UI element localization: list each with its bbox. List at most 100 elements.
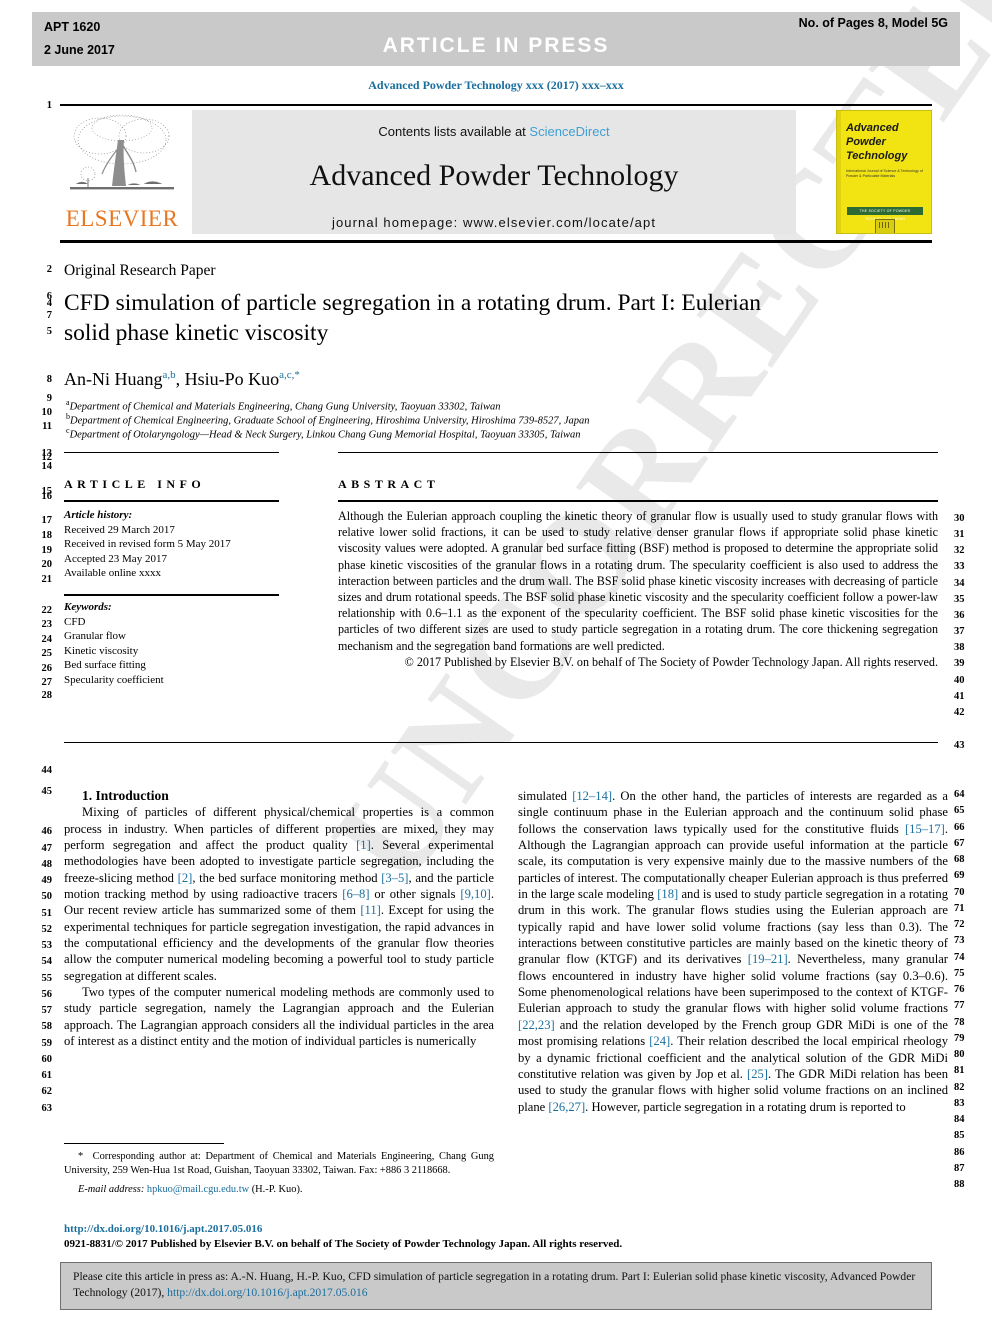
- line-number: 79: [954, 1033, 965, 1044]
- running-head-bar: APT 1620 2 June 2017 ARTICLE IN PRESS No…: [32, 12, 960, 66]
- article-info-top-rule: [64, 452, 279, 453]
- line-number: 69: [954, 870, 965, 881]
- line-number: 81: [954, 1065, 965, 1076]
- line-number: 86: [954, 1147, 965, 1158]
- line-number: 88: [954, 1179, 965, 1190]
- cover-left-bar: [837, 111, 841, 233]
- email-suffix: (H.-P. Kuo).: [251, 1184, 303, 1195]
- cover-title-line2: Powder: [846, 136, 886, 148]
- contents-prefix: Contents lists available at: [378, 124, 530, 139]
- line-number: 24: [41, 634, 53, 645]
- line-number: 52: [41, 924, 53, 935]
- line-number: 63: [41, 1103, 53, 1114]
- line-number: 8: [46, 374, 52, 385]
- article-in-press-label: ARTICLE IN PRESS: [382, 34, 610, 57]
- line-number: 19: [41, 545, 53, 556]
- line-number: 84: [954, 1114, 965, 1125]
- line-number: 77: [954, 1000, 965, 1011]
- body-column-right: simulated [12–14]. On the other hand, th…: [518, 788, 948, 1115]
- citation-doi-link[interactable]: http://dx.doi.org/10.1016/j.apt.2017.05.…: [167, 1286, 367, 1299]
- journal-citation-line: Advanced Powder Technology xxx (2017) xx…: [368, 78, 624, 92]
- line-number: 73: [954, 935, 965, 946]
- line-number: 70: [954, 887, 965, 898]
- line-number: 41: [954, 691, 965, 702]
- line-number: 5: [46, 326, 52, 337]
- abstract-bottom-rule: [64, 742, 938, 743]
- history-item: Received 29 March 2017: [64, 523, 175, 536]
- line-number: 60: [41, 1054, 53, 1065]
- line-number: 49: [41, 875, 53, 886]
- line-number: 39: [954, 658, 965, 669]
- line-number: 71: [954, 903, 965, 914]
- line-number: 38: [954, 642, 965, 653]
- keyword-item: Kinetic viscosity: [64, 644, 139, 657]
- keyword-item: Specularity coefficient: [64, 673, 164, 686]
- issn-copyright-line: 0921-8831/© 2017 Published by Elsevier B…: [64, 1237, 623, 1250]
- journal-cover-thumbnail: Advanced Powder Technology International…: [836, 110, 932, 234]
- line-number: 74: [954, 952, 965, 963]
- line-number: 20: [41, 559, 53, 570]
- abstract-text: Although the Eulerian approach coupling …: [338, 509, 938, 653]
- line-number: 34: [954, 578, 965, 589]
- line-number: 53: [41, 940, 53, 951]
- author-separator: ,: [175, 369, 185, 389]
- line-number: 21: [41, 574, 53, 585]
- line-number: 22: [41, 605, 53, 616]
- line-number: 4: [46, 298, 52, 309]
- cover-title-line1: Advanced: [846, 122, 899, 134]
- line-number: 61: [41, 1070, 53, 1081]
- history-item: Received in revised form 5 May 2017: [64, 538, 231, 551]
- line-number: 2: [46, 264, 52, 275]
- line-number: 62: [41, 1086, 53, 1097]
- footnote-star-marker: *: [78, 1151, 84, 1162]
- line-number: 27: [41, 677, 53, 688]
- doi-link[interactable]: http://dx.doi.org/10.1016/j.apt.2017.05.…: [64, 1222, 624, 1237]
- author-name: An-Ni Huang: [64, 369, 163, 389]
- body-paragraph: simulated [12–14]. On the other hand, th…: [518, 789, 949, 1114]
- line-number: 58: [41, 1021, 53, 1032]
- body-paragraph: Two types of the computer numerical mode…: [64, 985, 494, 1049]
- email-link[interactable]: hpkuo@mail.cgu.edu.tw: [147, 1184, 249, 1195]
- line-number: 83: [954, 1098, 965, 1109]
- citation-box: Please cite this article in press as: A.…: [60, 1262, 932, 1310]
- line-number: 44: [41, 765, 53, 776]
- cover-society-banner: THE SOCIETY OF POWDER TECHNOLOGY JAPAN: [847, 207, 923, 221]
- elsevier-logo: ELSEVIER: [60, 110, 184, 234]
- abstract-top-rule: [338, 452, 938, 453]
- line-number: 10: [41, 407, 53, 418]
- contents-line: Contents lists available at ScienceDirec…: [192, 124, 796, 139]
- author-name: Hsiu-Po Kuo: [184, 369, 280, 389]
- article-history-label: Article history:: [64, 509, 133, 521]
- line-number: 37: [954, 626, 965, 637]
- keywords-label: Keywords:: [64, 601, 112, 613]
- line-number: 17: [41, 515, 53, 526]
- history-item: Accepted 23 May 2017: [64, 552, 167, 565]
- line-number: 50: [41, 891, 53, 902]
- line-number: 45: [41, 786, 53, 797]
- line-number: 68: [954, 854, 965, 865]
- author-affiliation-marker: a,c,*: [279, 369, 300, 381]
- keywords-rule: [64, 594, 279, 596]
- journal-homepage[interactable]: journal homepage: www.elsevier.com/locat…: [192, 215, 796, 230]
- section-heading: 1. Introduction: [82, 788, 169, 803]
- history-item: Available online xxxx: [64, 567, 161, 580]
- line-number: 1: [46, 100, 52, 111]
- line-number: 42: [954, 707, 965, 718]
- line-number: 40: [954, 675, 965, 686]
- footnote-block: * Corresponding author at: Department of…: [64, 1150, 494, 1197]
- line-number: 54: [41, 956, 53, 967]
- affiliation-text: Department of Otolaryngology—Head & Neck…: [69, 429, 581, 441]
- line-number: 75: [954, 968, 965, 979]
- email-label: E-mail address:: [78, 1184, 145, 1195]
- keyword-item: Granular flow: [64, 630, 127, 643]
- masthead-bottom-rule: [60, 240, 932, 243]
- line-number: 7: [46, 310, 52, 321]
- elsevier-tree-icon: [66, 110, 178, 202]
- keyword-item: Bed surface fitting: [64, 659, 146, 672]
- line-number: 35: [954, 594, 965, 605]
- line-number: 33: [954, 561, 965, 572]
- page-title: CFD simulation of particle segregation i…: [64, 288, 874, 348]
- author-list: An-Ni Huanga,b, Hsiu-Po Kuoa,c,*: [64, 369, 300, 390]
- corresponding-author-text: Corresponding author at: Department of C…: [64, 1151, 494, 1176]
- sciencedirect-link[interactable]: ScienceDirect: [529, 124, 609, 139]
